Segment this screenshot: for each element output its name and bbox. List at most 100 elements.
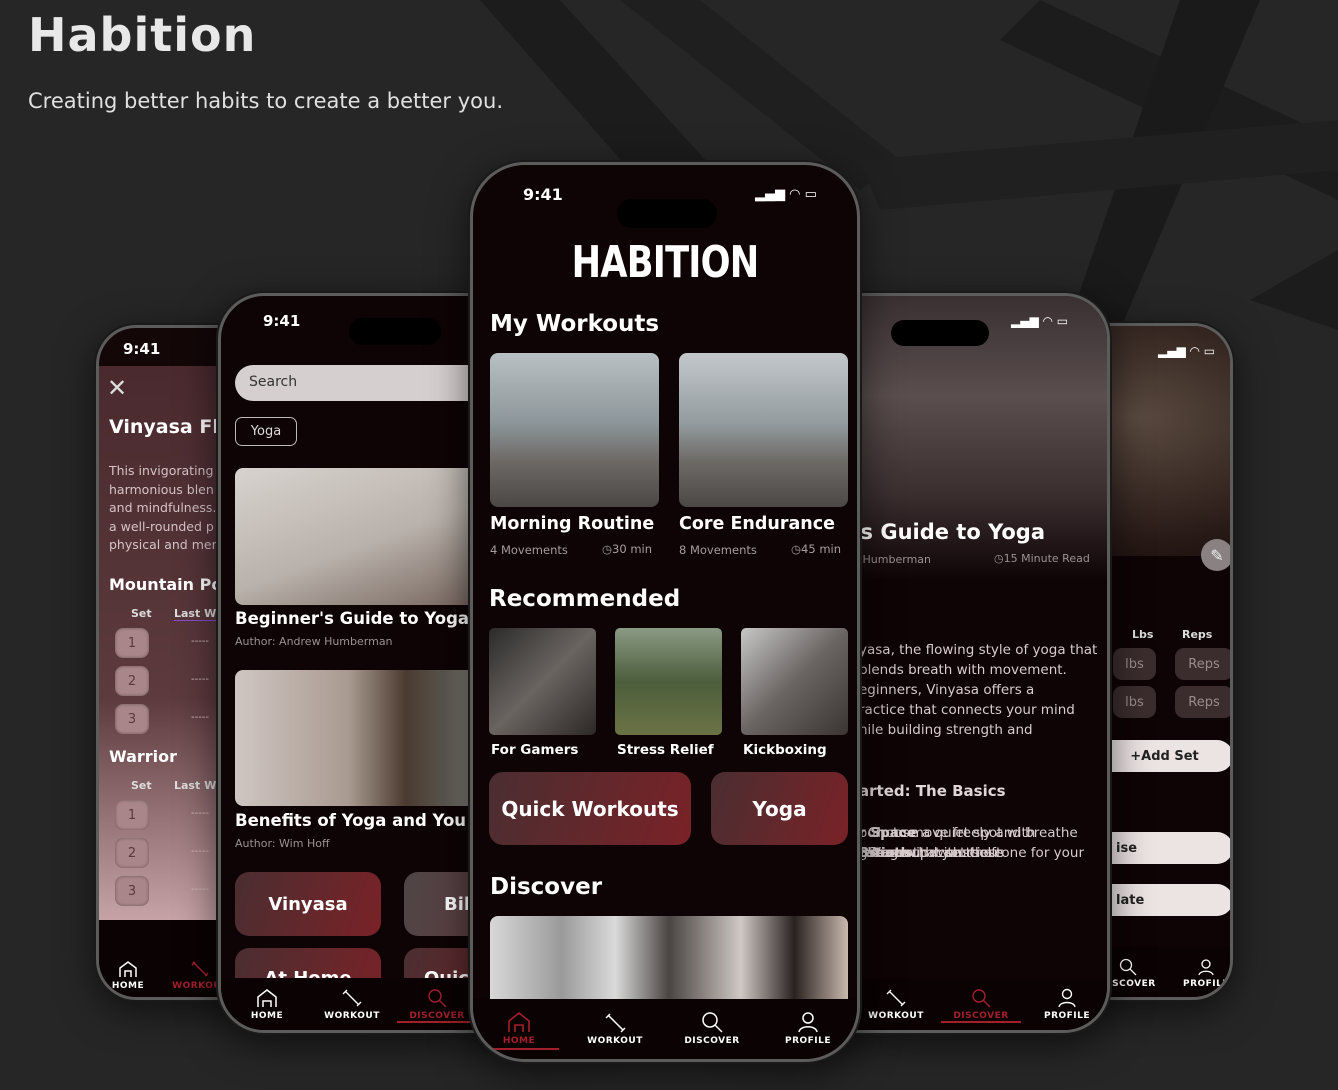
app-title: Habition <box>28 8 257 62</box>
search-icon <box>972 989 991 1008</box>
workout-title[interactable]: Morning Routine <box>490 514 654 534</box>
nav-workout[interactable]: WORKOUT <box>312 988 392 1021</box>
search-icon <box>702 1012 723 1033</box>
column-lbs: Lbs <box>1132 628 1154 641</box>
edit-button[interactable]: ✎ <box>1201 539 1230 571</box>
reps-input[interactable]: Reps <box>1175 686 1230 718</box>
nav-profile[interactable]: PROFILE <box>1166 958 1230 989</box>
nav-home[interactable]: HOME <box>479 1011 559 1050</box>
nav-home[interactable]: HOME <box>227 988 307 1021</box>
status-icons: ▂▄▆ ◠ ▭ <box>755 187 817 202</box>
recommended-label[interactable]: Stress Relief <box>617 742 714 758</box>
status-icons: ▂▄▆ ◠ ▭ <box>1011 314 1069 328</box>
clock-icon: ◷ <box>994 552 1004 565</box>
column-set: Set <box>131 779 152 792</box>
status-time: 9:41 <box>523 185 563 204</box>
dynamic-island <box>891 320 989 346</box>
lbs-input[interactable]: lbs <box>1113 686 1156 718</box>
workout-title[interactable]: Core Endurance <box>679 514 835 534</box>
profile-icon <box>1198 959 1214 976</box>
set-button[interactable]: 1 <box>115 800 149 830</box>
discover-image[interactable] <box>490 916 848 1006</box>
clock-icon: ◷ <box>791 542 802 556</box>
close-icon[interactable]: ✕ <box>107 374 127 402</box>
status-time: 9:41 <box>123 340 161 358</box>
workout-duration: ◷45 min <box>791 542 842 556</box>
habition-logo: HABITION <box>571 237 760 288</box>
app-tagline: Creating better habits to create a bette… <box>28 89 503 113</box>
dumbbell-icon <box>342 989 362 1007</box>
last-week-value: ----- <box>191 808 210 819</box>
workout-image-core-endurance[interactable] <box>679 353 848 507</box>
exercise-name: Mountain Po <box>109 575 223 594</box>
nav-workout[interactable]: WORKOUT <box>575 1011 655 1046</box>
category-yoga[interactable]: Yoga <box>711 772 848 845</box>
last-week-value: ----- <box>191 884 210 895</box>
last-week-value: ----- <box>191 674 210 685</box>
article-author: Author: Wim Hoff <box>235 837 330 850</box>
last-week-value: ----- <box>191 846 210 857</box>
set-button[interactable]: 2 <box>115 838 149 868</box>
dynamic-island <box>349 318 441 345</box>
article-intro: yasa, the flowing style of yoga that ble… <box>859 642 1098 738</box>
recommended-label[interactable]: For Gamers <box>491 742 578 758</box>
section-heading: arted: The Basics <box>859 782 1006 800</box>
set-button[interactable]: 1 <box>115 628 149 658</box>
article-title[interactable]: Beginner's Guide to Yoga <box>235 609 469 628</box>
profile-icon <box>798 1012 818 1033</box>
workout-duration: ◷30 min <box>602 542 653 556</box>
add-set-button[interactable]: +Add Set <box>1096 740 1230 772</box>
section-discover: Discover <box>490 874 603 900</box>
section-my-workouts: My Workouts <box>490 311 660 337</box>
dumbbell-icon <box>886 989 906 1007</box>
nav-profile[interactable]: PROFILE <box>768 1011 848 1046</box>
last-week-value: ----- <box>191 636 210 647</box>
nav-discover[interactable]: DISCOVER <box>397 988 477 1023</box>
template-button[interactable]: late <box>1096 884 1230 916</box>
section-recommended: Recommended <box>489 586 681 612</box>
article-title[interactable]: Benefits of Yoga and You Wel <box>235 811 506 830</box>
workout-title: Vinyasa Flo <box>109 416 232 438</box>
filter-chip-yoga[interactable]: Yoga <box>235 417 297 446</box>
nav-profile[interactable]: PROFILE <box>1027 988 1107 1021</box>
dynamic-island <box>617 199 717 228</box>
nav-workout[interactable]: WORKOUT <box>856 988 936 1021</box>
read-time: ◷15 Minute Read <box>994 552 1090 565</box>
article-author: Author: Andrew Humberman <box>235 635 393 648</box>
nav-discover[interactable]: DISCOVER <box>941 988 1021 1023</box>
column-reps: Reps <box>1182 628 1213 641</box>
recommended-image-gamers[interactable] <box>489 628 596 735</box>
dumbbell-icon <box>605 1013 626 1033</box>
phone-home: 9:41 ▂▄▆ ◠ ▭ HABITION My Workouts Mornin… <box>470 162 860 1062</box>
workout-image-morning-routine[interactable] <box>490 353 659 507</box>
nav-discover[interactable]: DISCOVER <box>672 1011 752 1046</box>
lbs-input[interactable]: lbs <box>1113 648 1156 680</box>
workout-description: This invigorating harmonious blen and mi… <box>109 463 220 552</box>
home-icon <box>119 961 137 977</box>
set-button[interactable]: 3 <box>115 704 149 734</box>
search-icon <box>1119 958 1137 976</box>
recommended-image-stress-relief[interactable] <box>615 628 722 735</box>
clock-icon: ◷ <box>602 542 613 556</box>
recommended-label[interactable]: Kickboxing <box>743 742 827 758</box>
category-vinyasa[interactable]: Vinyasa <box>235 872 381 936</box>
exercise-name: Warrior <box>109 747 178 766</box>
column-set: Set <box>131 607 152 620</box>
recommended-image-kickboxing[interactable] <box>741 628 848 735</box>
nav-home[interactable]: HOME <box>99 960 168 991</box>
last-week-value: ----- <box>191 712 210 723</box>
bottom-nav: HOME WORKOUT DISCOVER PROFILE <box>473 999 857 1059</box>
profile-icon <box>1058 988 1076 1008</box>
pencil-icon: ✎ <box>1210 545 1224 565</box>
status-time: 9:41 <box>263 312 301 330</box>
exercise-button[interactable]: ise <box>1096 832 1230 864</box>
workout-movements: 4 Movements <box>490 543 568 557</box>
set-button[interactable]: 3 <box>115 876 149 906</box>
search-icon <box>428 989 447 1008</box>
set-button[interactable]: 2 <box>115 666 149 696</box>
category-quick-workouts[interactable]: Quick Workouts <box>489 772 691 845</box>
column-last-week: Last Wo <box>174 779 224 792</box>
reps-input[interactable]: Reps <box>1175 648 1230 680</box>
workout-movements: 8 Movements <box>679 543 757 557</box>
column-last-week: Last We <box>174 607 224 621</box>
